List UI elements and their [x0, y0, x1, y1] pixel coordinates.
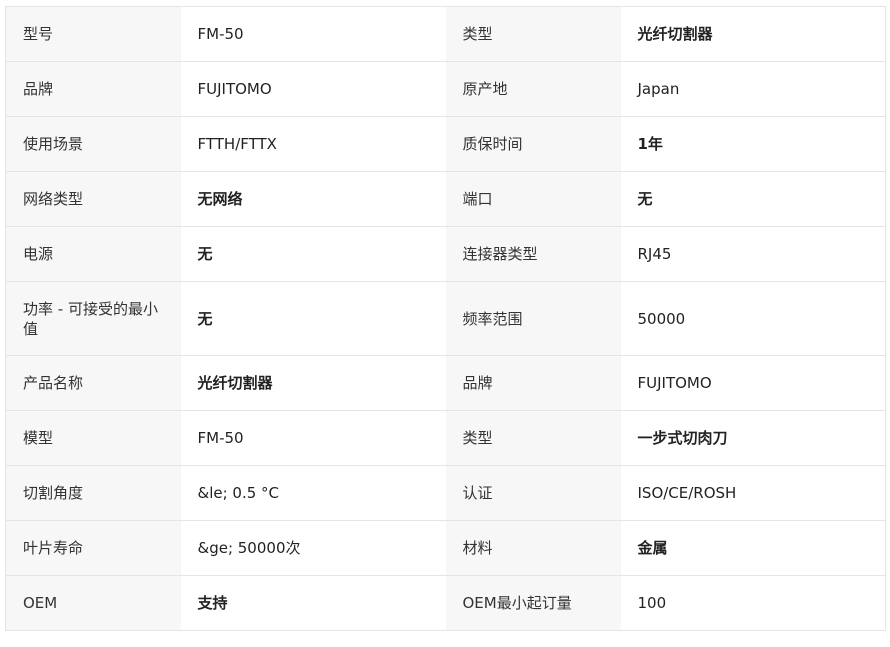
spec-label: 质保时间 [445, 116, 621, 172]
table-row: 功率 - 可接受的最小值 无 频率范围 50000 [5, 281, 886, 356]
table-row: 产品名称 光纤切割器 品牌 FUJITOMO [5, 355, 886, 411]
spec-value: FUJITOMO [620, 355, 886, 411]
spec-label: 材料 [445, 520, 621, 576]
spec-label: 频率范围 [445, 281, 621, 356]
table-row: 使用场景 FTTH/FTTX 质保时间 1年 [5, 116, 886, 172]
table-row: 切割角度 &le; 0.5 °C 认证 ISO/CE/ROSH [5, 465, 886, 521]
spec-value: 100 [620, 575, 886, 631]
spec-value: ISO/CE/ROSH [620, 465, 886, 521]
spec-value: &le; 0.5 °C [180, 465, 446, 521]
spec-label: 使用场景 [5, 116, 181, 172]
table-row: 模型 FM-50 类型 一步式切肉刀 [5, 410, 886, 466]
spec-value: 无 [180, 226, 446, 282]
spec-label: 认证 [445, 465, 621, 521]
spec-value: 无网络 [180, 171, 446, 227]
spec-value: 光纤切割器 [180, 355, 446, 411]
spec-label: 原产地 [445, 61, 621, 117]
spec-value: FM-50 [180, 6, 446, 62]
spec-value: 无 [620, 171, 886, 227]
spec-value: 50000 [620, 281, 886, 356]
spec-value: FM-50 [180, 410, 446, 466]
spec-label: OEM [5, 575, 181, 631]
spec-value: Japan [620, 61, 886, 117]
table-row: 电源 无 连接器类型 RJ45 [5, 226, 886, 282]
spec-label: 模型 [5, 410, 181, 466]
spec-label: 品牌 [445, 355, 621, 411]
spec-value: FUJITOMO [180, 61, 446, 117]
spec-label: 功率 - 可接受的最小值 [5, 281, 181, 356]
table-row: OEM 支持 OEM最小起订量 100 [5, 575, 886, 631]
table-row: 型号 FM-50 类型 光纤切割器 [5, 6, 886, 62]
spec-label: 产品名称 [5, 355, 181, 411]
spec-label: 网络类型 [5, 171, 181, 227]
spec-value: 一步式切肉刀 [620, 410, 886, 466]
spec-value: 支持 [180, 575, 446, 631]
spec-value: FTTH/FTTX [180, 116, 446, 172]
table-row: 网络类型 无网络 端口 无 [5, 171, 886, 227]
spec-label: 切割角度 [5, 465, 181, 521]
spec-label: OEM最小起订量 [445, 575, 621, 631]
spec-value: 光纤切割器 [620, 6, 886, 62]
spec-label: 类型 [445, 6, 621, 62]
spec-label: 品牌 [5, 61, 181, 117]
table-row: 叶片寿命 &ge; 50000次 材料 金属 [5, 520, 886, 576]
spec-label: 类型 [445, 410, 621, 466]
spec-label: 电源 [5, 226, 181, 282]
spec-value: 1年 [620, 116, 886, 172]
spec-label: 型号 [5, 6, 181, 62]
spec-value: RJ45 [620, 226, 886, 282]
spec-value: 无 [180, 281, 446, 356]
spec-value: &ge; 50000次 [180, 520, 446, 576]
spec-label: 端口 [445, 171, 621, 227]
spec-label: 连接器类型 [445, 226, 621, 282]
spec-table: 型号 FM-50 类型 光纤切割器 品牌 FUJITOMO 原产地 Japan … [5, 6, 886, 631]
spec-value: 金属 [620, 520, 886, 576]
spec-label: 叶片寿命 [5, 520, 181, 576]
table-row: 品牌 FUJITOMO 原产地 Japan [5, 61, 886, 117]
